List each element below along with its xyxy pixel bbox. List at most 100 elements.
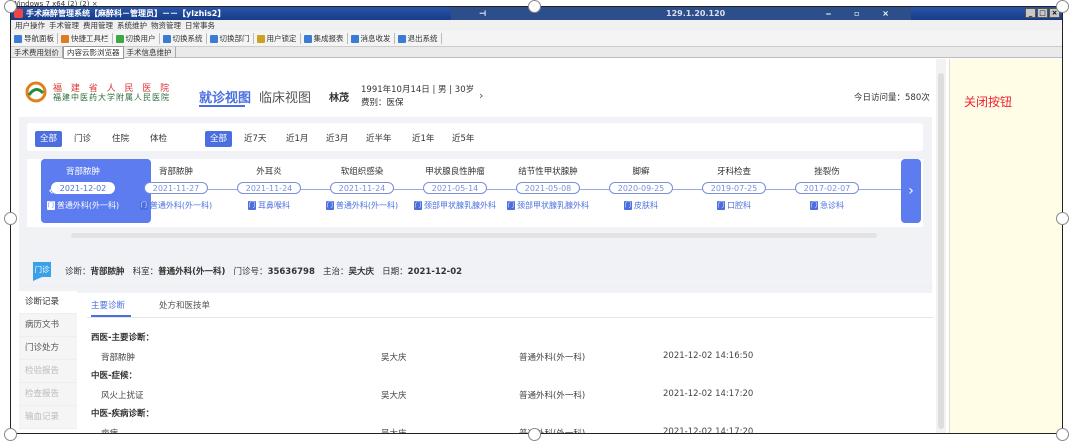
timeline-date: 2020-09-25 [609, 182, 673, 194]
resize-handle[interactable] [4, 212, 17, 225]
timeline-diagnosis: 结节性甲状腺肿 [518, 167, 578, 177]
record-tab[interactable]: 诊断记录 [19, 291, 77, 314]
timeline-item[interactable]: 背部脓肿 2021-12-02 门普通外科(外一科) [37, 159, 129, 211]
record-tab[interactable]: 病历文书 [19, 314, 77, 337]
filter-time[interactable]: 近1月 [281, 131, 313, 147]
timeline-dept-label: 急诊科 [820, 201, 844, 210]
filter-time[interactable]: 近7天 [239, 131, 271, 147]
timeline-item[interactable]: 外耳炎 2021-11-24 门耳鼻喉科 [223, 159, 315, 211]
timeline-dept-label: 普通外科(外一科) [149, 201, 213, 210]
divider [87, 317, 933, 318]
module-tab[interactable]: 手术费用划价 [11, 46, 63, 58]
timeline-date: 2019-07-25 [702, 182, 766, 194]
tab-clinical-view[interactable]: 临床视图 [259, 87, 311, 106]
timeline-item[interactable]: 脚癣 2020-09-25 门皮肤科 [595, 159, 687, 211]
record-tab[interactable]: 检查报告 [19, 383, 77, 406]
maximize-button[interactable]: □ [1037, 8, 1048, 18]
record-tab[interactable]: 门诊处方 [19, 337, 77, 360]
timeline-date: 2017-02-07 [795, 182, 859, 194]
filter-time[interactable]: 近半年 [361, 131, 397, 147]
resize-handle[interactable] [528, 428, 541, 441]
timeline-dept: 门皮肤科 [595, 200, 687, 211]
no-label: 门诊号： [233, 267, 268, 277]
door-icon: 门 [414, 201, 422, 210]
door-icon: 门 [139, 201, 148, 210]
timeline-scrollbar[interactable] [71, 233, 877, 238]
chevron-right-icon[interactable]: › [479, 89, 483, 102]
toolbar-button[interactable]: 切换系统 [160, 33, 207, 44]
pin-icon[interactable]: ⊣ [479, 9, 486, 18]
scrollbar-thumb[interactable] [938, 73, 944, 429]
timeline-dept: 门急诊科 [781, 200, 873, 211]
resize-handle[interactable] [528, 0, 541, 13]
diagnosis-row: 背部脓肿 吴大庆 普通外科(外一科) 2021-12-02 14:16:50 [91, 351, 931, 367]
menu-item[interactable]: 日常事务 [185, 20, 215, 31]
subtab-prescriptions[interactable]: 处方和医技单 [159, 299, 210, 311]
timeline-dept-label: 颈部甲状腺乳腺外科 [517, 201, 589, 210]
subtab-main-diagnosis[interactable]: 主要诊断 [91, 299, 125, 311]
toolbar-button[interactable]: 用户锁定 [254, 33, 301, 44]
toolbar-button[interactable]: 退出系统 [395, 33, 442, 44]
timeline-dept: 门普通外科(外一科) [37, 200, 129, 211]
module-tab[interactable]: 内容云影浏览器 [63, 45, 124, 59]
toolbar-button[interactable]: 集成报表 [301, 33, 348, 44]
diagnosis-row: 疖病 吴大庆 普通外科(外一科) 2021-12-02 14:17:20 [91, 427, 931, 433]
toolbar-button[interactable]: 快捷工具栏 [58, 33, 113, 44]
diag-time: 2021-12-02 14:16:50 [663, 351, 754, 361]
timeline-item[interactable]: 软组织感染 2021-11-24 门普通外科(外一科) [316, 159, 408, 211]
timeline-item[interactable]: 背部脓肿 2021-11-27 门普通外科(外一科) [130, 159, 222, 211]
timeline-dept-label: 皮肤科 [634, 201, 658, 210]
record-tab[interactable]: 输血记录 [19, 406, 77, 429]
door-icon: 门 [810, 201, 818, 210]
tab-visit-view[interactable]: 就诊视图 [199, 87, 251, 106]
menu-item[interactable]: 用户操作 [15, 20, 45, 31]
toolbar-button[interactable]: 消息收发 [348, 33, 395, 44]
resize-handle[interactable] [1056, 212, 1069, 225]
timeline-item[interactable]: 结节性甲状腺肿 2021-05-08 门颈部甲状腺乳腺外科 [502, 159, 594, 211]
toolbar-button[interactable]: 切换用户 [113, 33, 160, 44]
hospital-subtitle: 福建中医药大学附属人民医院 [53, 93, 170, 102]
resize-handle[interactable] [4, 0, 17, 13]
chevron-right-icon[interactable]: › [901, 159, 921, 223]
filter-type[interactable]: 住院 [107, 131, 134, 147]
filter-time[interactable]: 近5年 [447, 131, 479, 147]
filter-time[interactable]: 全部 [205, 131, 233, 147]
filter-type[interactable]: 全部 [35, 131, 63, 147]
close-panel-button[interactable]: 关闭按钮 [964, 93, 1012, 110]
menu-item[interactable]: 物资管理 [151, 20, 181, 31]
remote-session-bar[interactable]: ⊣ 129.1.20.120 ‒ ▫ × [451, 7, 911, 20]
diag-dept: 普通外科(外一科) [519, 353, 586, 363]
record-tab[interactable]: 检验报告 [19, 360, 77, 383]
timeline-date: 2021-11-24 [330, 182, 394, 194]
switch-user-icon [115, 34, 124, 43]
timeline-date: 2021-05-08 [516, 182, 580, 194]
vertical-scrollbar[interactable] [936, 59, 946, 433]
timeline-item[interactable]: 牙科检查 2019-07-25 门口腔科 [688, 159, 780, 211]
window-buttons: _ □ × [1025, 8, 1060, 18]
menu-item[interactable]: 手术管理 [49, 20, 79, 31]
timeline-dept-label: 耳鼻喉科 [258, 201, 290, 210]
remote-ip: 129.1.20.120 [666, 9, 726, 18]
minimize-button[interactable]: _ [1025, 8, 1036, 18]
filter-type[interactable]: 门诊 [69, 131, 96, 147]
resize-handle[interactable] [1056, 0, 1069, 13]
timeline-diagnosis: 脚癣 [632, 167, 650, 177]
filter-type[interactable]: 体检 [145, 131, 172, 147]
toolbar-button[interactable]: 导航面板 [11, 33, 58, 44]
toolbar-button[interactable]: 切换部门 [207, 33, 254, 44]
resize-handle[interactable] [1056, 428, 1069, 441]
resize-handle[interactable] [4, 428, 17, 441]
filter-time[interactable]: 近1年 [407, 131, 439, 147]
shortcut-icon [61, 34, 69, 43]
section-title: 西医-主要诊断： [91, 333, 155, 343]
module-tab[interactable]: 手术信息维护 [124, 46, 176, 58]
timeline-item[interactable]: 挫裂伤 2017-02-07 门急诊科 [781, 159, 873, 211]
no-value: 35636798 [267, 267, 315, 277]
menu-item[interactable]: 系统维护 [117, 20, 147, 31]
timeline-dept: 门口腔科 [688, 200, 780, 211]
filter-bar: 全部 门诊 住院 体检 全部 近7天 近1月 近3月 近半年 近1年 近5年 [27, 123, 923, 151]
menu-item[interactable]: 费用管理 [83, 20, 113, 31]
remote-window-controls[interactable]: ‒ ▫ × [826, 9, 899, 18]
timeline-item[interactable]: 甲状腺良性肿瘤 2021-05-14 门颈部甲状腺乳腺外科 [409, 159, 501, 211]
filter-time[interactable]: 近3月 [321, 131, 353, 147]
